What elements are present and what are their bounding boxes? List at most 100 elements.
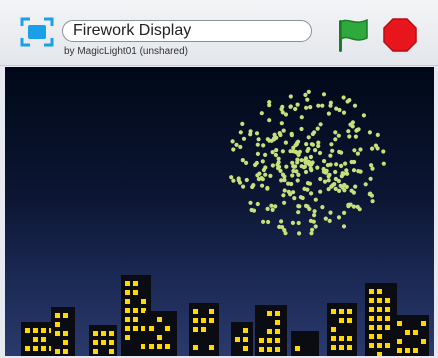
building-window [243, 346, 248, 351]
stop-button[interactable] [383, 18, 417, 52]
building-window [125, 308, 130, 313]
firework-particle [375, 146, 380, 151]
firework-particle [267, 100, 272, 105]
firework-particle [295, 102, 300, 107]
firework-particle [241, 136, 247, 141]
firework-particle [229, 175, 234, 180]
firework-particle [299, 164, 304, 169]
firework-particle [273, 204, 278, 209]
building-window [63, 313, 68, 318]
building-window [133, 326, 138, 331]
firework-particle [299, 158, 304, 163]
building-window [165, 344, 170, 349]
firework-particle [237, 180, 243, 185]
project-title-field[interactable]: Firework Display [62, 20, 312, 42]
firework-particle [309, 231, 314, 236]
firework-particle [321, 166, 326, 172]
building-window [165, 326, 170, 331]
firework-particle [318, 189, 323, 194]
firework-particle [348, 122, 353, 127]
building-window [347, 309, 352, 314]
building-window [93, 340, 98, 345]
firework-particle [256, 177, 261, 182]
firework-particle [318, 176, 323, 182]
firework-particle [291, 164, 296, 169]
firework-particle [296, 152, 301, 157]
firework-particle [328, 162, 333, 167]
firework-particle [270, 150, 275, 155]
building-window [201, 318, 206, 323]
building-window [347, 345, 352, 350]
firework-particle [322, 179, 328, 184]
firework-particle [276, 156, 281, 161]
firework-particle [363, 182, 368, 187]
firework-particle [337, 149, 342, 154]
building-window [243, 337, 248, 342]
firework-particle [341, 95, 346, 100]
firework-particle [289, 131, 294, 136]
player-header: Firework Display by MagicLight01 (unshar… [0, 0, 438, 66]
fullscreen-button[interactable] [20, 17, 54, 47]
building-window [193, 309, 198, 314]
building-window [377, 325, 382, 330]
firework-particle [305, 181, 311, 186]
firework-particle [351, 190, 356, 195]
firework-particle [298, 195, 303, 200]
green-flag-button[interactable] [334, 16, 370, 54]
firework-particle [344, 184, 349, 189]
firework-particle [236, 176, 241, 181]
building-window [157, 335, 162, 340]
building-window [109, 340, 114, 345]
building-window [275, 347, 280, 352]
firework-particle [286, 189, 291, 194]
building-window [125, 317, 130, 322]
building-window [149, 326, 154, 331]
stage-scene [5, 67, 434, 356]
firework-particle [272, 132, 277, 137]
building-window [275, 311, 280, 316]
firework-particle [306, 89, 311, 94]
firework-particle [340, 171, 345, 176]
firework-particle [326, 111, 331, 116]
firework-particle [280, 149, 285, 154]
building-window [339, 345, 344, 350]
firework-particle [315, 126, 320, 131]
firework-particle [356, 127, 361, 132]
building-window [125, 290, 130, 295]
building-window [385, 325, 390, 330]
project-stage[interactable] [5, 67, 434, 356]
firework-particle [244, 177, 249, 183]
firework-particle [344, 168, 349, 173]
firework-particle [306, 135, 311, 140]
firework-particle [254, 131, 260, 136]
building-window [193, 327, 198, 332]
firework-particle [352, 148, 357, 153]
firework-particle [336, 133, 341, 138]
firework-particle [346, 202, 351, 207]
building-window [125, 326, 130, 331]
building-window [133, 281, 138, 286]
firework-particle [260, 159, 265, 164]
building-window [125, 335, 130, 340]
building-window [93, 349, 98, 354]
building-window [125, 299, 130, 304]
firework-particle [284, 164, 289, 169]
firework-particle [263, 152, 268, 157]
firework-particle [256, 137, 261, 142]
firework-particle [299, 126, 304, 132]
building-window [63, 331, 68, 336]
firework-particle [277, 131, 282, 136]
building-window [405, 330, 410, 335]
building-window [397, 321, 402, 326]
firework-particle [336, 215, 342, 220]
building-window [385, 298, 390, 303]
firework-particle [313, 224, 318, 229]
building-window [339, 336, 344, 341]
building-window [377, 316, 382, 321]
building-window [41, 337, 46, 342]
building [231, 322, 253, 356]
building-window [63, 340, 68, 345]
firework-particle [381, 161, 386, 166]
firework-particle [310, 160, 315, 165]
firework-particle [370, 199, 375, 204]
